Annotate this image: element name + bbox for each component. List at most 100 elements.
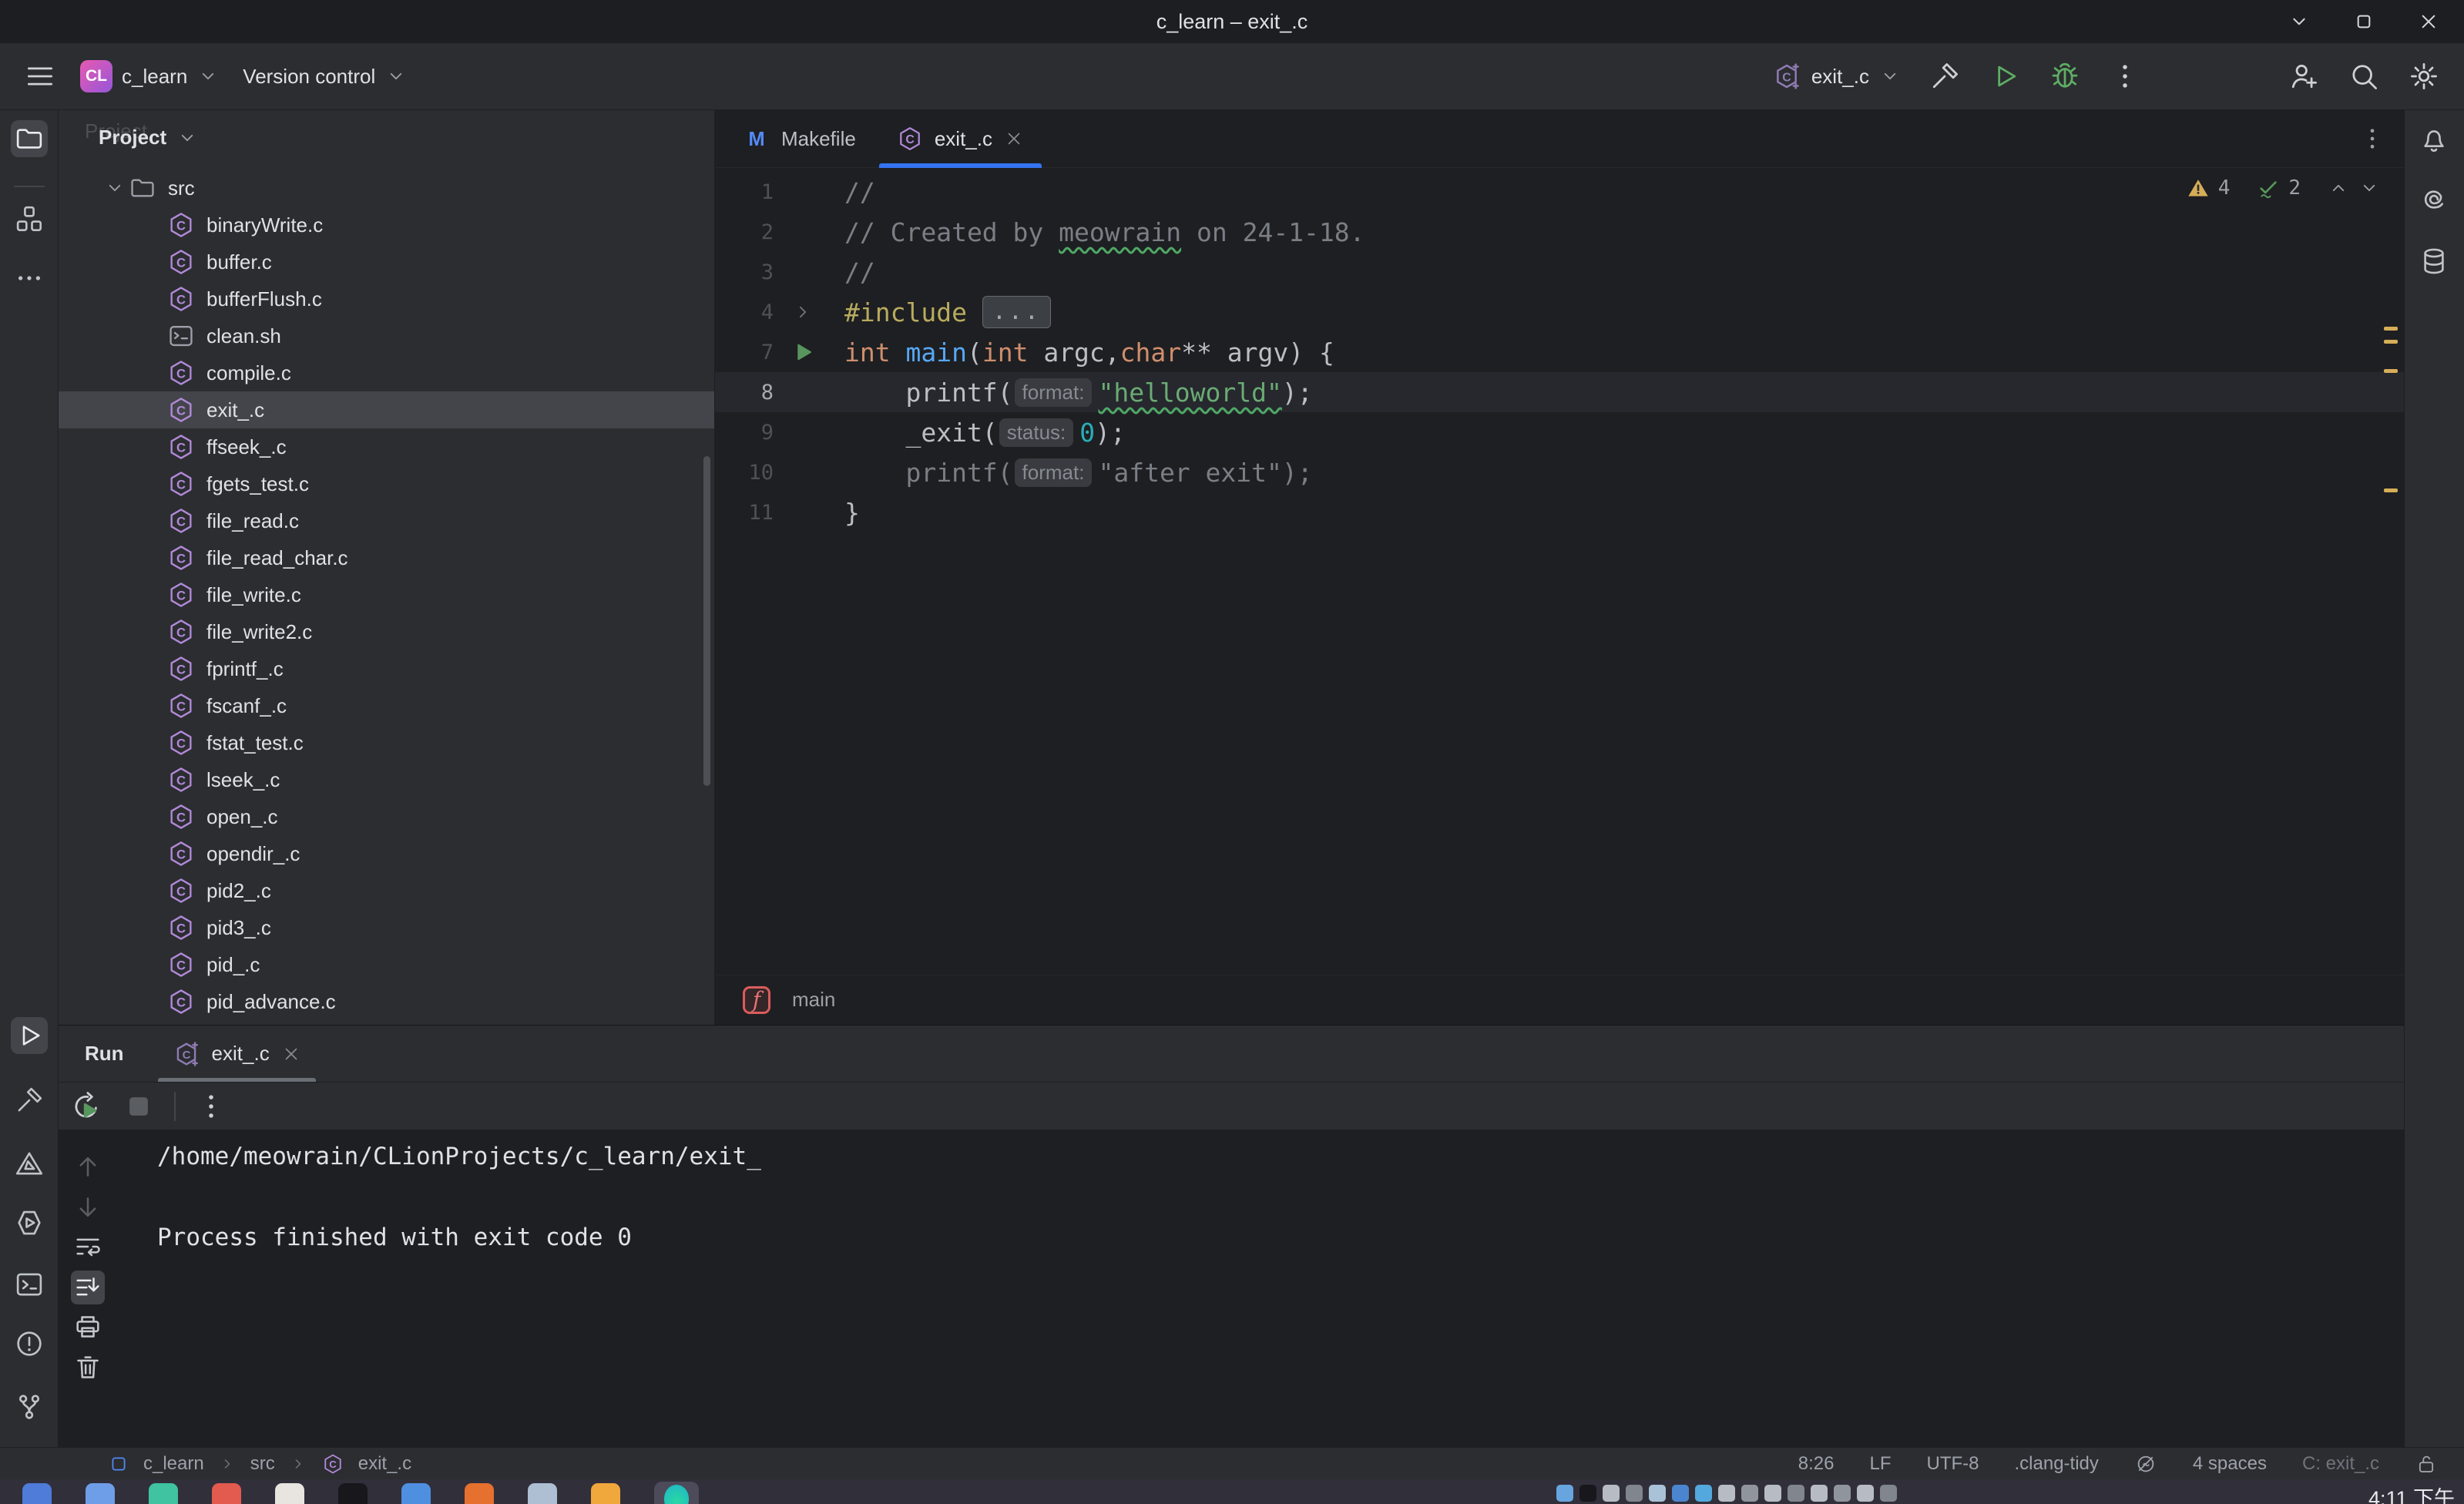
console-scroll-to-end-button[interactable] — [71, 1271, 105, 1304]
tool-strip-build-button[interactable] — [11, 1082, 48, 1119]
dock-icon-chrome[interactable] — [212, 1483, 241, 1504]
tray-icon-5[interactable] — [1649, 1485, 1666, 1502]
console-prev-occurrence-button[interactable] — [71, 1150, 105, 1183]
code-line-2[interactable]: 2// Created by meowrain on 24-1-18. — [715, 212, 2404, 252]
tab-makefile[interactable]: M Makefile — [723, 110, 876, 167]
tool-strip-more-tool-windows-button[interactable] — [11, 260, 48, 297]
close-window-icon[interactable] — [2416, 9, 2441, 34]
tool-strip-version-control-button[interactable] — [11, 1388, 48, 1425]
run-config-selector[interactable]: C exit_.c — [1771, 61, 1902, 92]
analysis-profile[interactable]: .clang-tidy — [2015, 1453, 2099, 1475]
tool-strip-services-button[interactable] — [11, 1204, 48, 1241]
code-line-1[interactable]: 1// — [715, 172, 2404, 212]
breadcrumb-src[interactable]: src — [250, 1453, 275, 1475]
expander-icon[interactable] — [102, 176, 128, 200]
tree-item-compile-c[interactable]: Ccompile.c — [59, 354, 714, 391]
tray-icon-2[interactable] — [1579, 1485, 1596, 1502]
code-line-10[interactable]: 10 printf(format:"after exit"); — [715, 452, 2404, 492]
main-menu-icon[interactable] — [23, 59, 57, 93]
code-line-7[interactable]: 7int main(int argc,char** argv) { — [715, 332, 2404, 372]
tool-strip-build-problems-button[interactable] — [11, 1145, 48, 1182]
run-line-icon[interactable] — [790, 339, 816, 365]
code-text[interactable]: #include ... — [844, 296, 1051, 328]
console-output[interactable]: /home/meowrain/CLionProjects/c_learn/exi… — [116, 1130, 761, 1447]
inspections-widget[interactable]: 4 2 — [2186, 176, 2381, 200]
run-panel-title[interactable]: Run — [85, 1042, 124, 1066]
tree-item-fscanf-c[interactable]: Cfscanf_.c — [59, 687, 714, 724]
tray-icon-10[interactable] — [1764, 1485, 1781, 1502]
project-widget[interactable]: CL c_learn — [80, 60, 220, 92]
dock-icon-firefox[interactable] — [465, 1483, 494, 1504]
indent-setting[interactable]: 4 spaces — [2193, 1453, 2267, 1475]
caret-position[interactable]: 8:26 — [1798, 1453, 1835, 1475]
vcs-widget[interactable]: Version control — [243, 65, 408, 89]
tree-item-exit-c[interactable]: Cexit_.c — [59, 391, 714, 428]
code-text[interactable]: printf(format:"helloworld"); — [844, 378, 1313, 408]
close-tab-icon[interactable] — [1003, 128, 1025, 149]
line-separator[interactable]: LF — [1870, 1453, 1892, 1475]
tree-item-pid-c[interactable]: Cpid_.c — [59, 946, 714, 983]
dock-icon-file-manager[interactable] — [86, 1483, 115, 1504]
console-soft-wrap-button[interactable] — [71, 1230, 105, 1264]
code-text[interactable]: int main(int argc,char** argv) { — [844, 337, 1334, 368]
console-clear-all-button[interactable] — [71, 1351, 105, 1385]
tree-item-pid-advance-c[interactable]: Cpid_advance.c — [59, 983, 714, 1020]
code-text[interactable]: // — [844, 177, 875, 207]
close-run-tab-icon[interactable] — [280, 1043, 302, 1065]
run-more-options-icon[interactable] — [194, 1089, 228, 1123]
system-clock[interactable]: 4:11 下午 — [2368, 1482, 2455, 1504]
tool-strip-notifications-button[interactable] — [2415, 120, 2452, 157]
code-line-11[interactable]: 11} — [715, 492, 2404, 532]
code-with-me-icon[interactable] — [2287, 59, 2321, 93]
search-icon[interactable] — [2347, 59, 2381, 93]
tree-item-fgets-test-c[interactable]: Cfgets_test.c — [59, 465, 714, 502]
next-problem-icon[interactable] — [2358, 176, 2381, 200]
console-next-occurrence-button[interactable] — [71, 1190, 105, 1224]
run-config-status[interactable]: C: exit_.c — [2302, 1453, 2379, 1475]
tree-item-file-read-c[interactable]: Cfile_read.c — [59, 502, 714, 539]
project-panel-header[interactable]: Project — [59, 110, 714, 165]
code-text[interactable]: // — [844, 257, 875, 287]
tree-item-fstat-test-c[interactable]: Cfstat_test.c — [59, 724, 714, 761]
tab-options-icon[interactable] — [2358, 124, 2387, 153]
breadcrumb-project[interactable]: c_learn — [143, 1453, 204, 1475]
tree-item-file-write-c[interactable]: Cfile_write.c — [59, 576, 714, 613]
tray-icon-7[interactable] — [1695, 1485, 1712, 1502]
minimize-icon[interactable] — [2287, 9, 2311, 34]
stop-icon[interactable] — [122, 1089, 156, 1123]
maximize-icon[interactable] — [2352, 9, 2376, 34]
tray-icon-12[interactable] — [1811, 1485, 1828, 1502]
fold-icon[interactable] — [791, 300, 814, 324]
dock-icon-blue-panel-app[interactable] — [401, 1483, 431, 1504]
tray-icon-11[interactable] — [1788, 1485, 1804, 1502]
warning-stripe[interactable] — [2384, 488, 2398, 492]
code-text[interactable]: _exit(status:0); — [844, 418, 1126, 448]
dock-icon-editor-app[interactable] — [275, 1483, 304, 1504]
tool-strip-ai-assistant-button[interactable] — [2415, 181, 2452, 218]
dock-icon-clion-active[interactable] — [654, 1482, 699, 1504]
tray-icon-1[interactable] — [1556, 1485, 1573, 1502]
dock-icon-window-switcher[interactable] — [22, 1483, 52, 1504]
warning-stripe[interactable] — [2384, 327, 2398, 331]
tree-item-pid3-c[interactable]: Cpid3_.c — [59, 909, 714, 946]
tree-item-buffer-c[interactable]: Cbuffer.c — [59, 243, 714, 280]
tray-icon-6[interactable] — [1672, 1485, 1689, 1502]
tray-icon-15[interactable] — [1880, 1485, 1897, 1502]
more-actions-icon[interactable] — [2108, 59, 2142, 93]
dock-icon-orange-app[interactable] — [591, 1483, 620, 1504]
code-editor[interactable]: 1//2// Created by meowrain on 24-1-18.3/… — [715, 168, 2404, 975]
tree-item-lseek-c[interactable]: Clseek_.c — [59, 761, 714, 798]
tool-strip-problems-button[interactable] — [11, 1325, 48, 1362]
tree-item-opendir-c[interactable]: Copendir_.c — [59, 835, 714, 872]
tool-strip-terminal-button[interactable] — [11, 1266, 48, 1303]
dock-icon-teal-egg-app[interactable] — [149, 1483, 178, 1504]
tree-item-pid2-c[interactable]: Cpid2_.c — [59, 872, 714, 909]
tool-strip-run-button[interactable] — [11, 1017, 48, 1054]
tab-exit-c[interactable]: C exit_.c — [876, 110, 1045, 167]
tree-item-open-c[interactable]: Copen_.c — [59, 798, 714, 835]
console-print-button[interactable] — [71, 1310, 105, 1344]
warning-stripe[interactable] — [2384, 340, 2398, 344]
tree-item-file-read-char-c[interactable]: Cfile_read_char.c — [59, 539, 714, 576]
settings-icon[interactable] — [2407, 59, 2441, 93]
tray-icon-3[interactable] — [1603, 1485, 1620, 1502]
